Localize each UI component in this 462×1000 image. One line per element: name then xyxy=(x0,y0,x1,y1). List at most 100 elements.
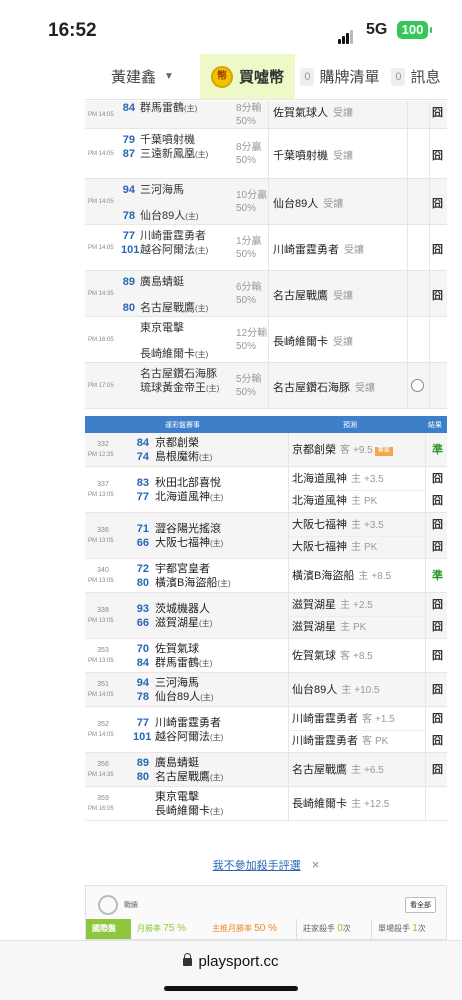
result-cell: 1分贏 50% xyxy=(236,235,262,261)
teams-cell: 89 廣島蜻蜓 80 名古屋戰鷹(主) xyxy=(121,275,209,315)
away-odds: 70 xyxy=(136,643,149,655)
game-time: PM 14:05 xyxy=(88,151,114,157)
pick-cell: 大阪七福神主 PK xyxy=(292,536,377,558)
table-row: PM 14:05 79 千葉噴射機 87 三遠新鳳凰(主) 8分贏 50% 千葉噴射機 受讓囧 xyxy=(85,129,447,179)
game-time: PM 13:05 xyxy=(88,578,114,584)
home-flag: (主) xyxy=(200,693,214,702)
divider xyxy=(288,787,289,820)
table-row: PM 14:35 89 廣島蜻蜓 80 名古屋戰鷹(主) 6分輸 50% 名古屋戰鷹 受讓囧 xyxy=(85,271,447,317)
home-team: 101越谷阿爾法(主) xyxy=(121,243,208,257)
game-id: 356 xyxy=(97,761,109,768)
select-radio[interactable] xyxy=(411,379,424,392)
month-win-rate: 月勝率 75 % xyxy=(131,919,206,939)
divider xyxy=(429,271,430,316)
home-odds: 87 xyxy=(122,148,135,160)
tab-purchase-list[interactable]: 0 購牌清單 xyxy=(295,54,385,99)
pick-value: +3.5 xyxy=(364,520,384,531)
pick-team: 長崎維爾卡 xyxy=(273,336,328,348)
home-home-flag: (主) xyxy=(195,350,209,359)
away-team: 72 宇都宮皇者 xyxy=(133,562,231,576)
home-odds: 80 xyxy=(122,302,135,314)
home-indicator[interactable] xyxy=(164,986,298,991)
view-all-button[interactable]: 看全部 xyxy=(405,897,436,913)
table-row: 359 PM 16:05 東京電擊 長崎維爾卡(主) 長崎維爾卡主 +12.5 xyxy=(85,787,447,821)
away-name: 東京電擊 xyxy=(155,791,199,803)
tab-coins[interactable]: 幣 買噓幣 xyxy=(200,54,295,99)
result-badge: 賽果 xyxy=(374,447,393,456)
pick-side: 主 xyxy=(351,474,361,485)
pick-side: 客 xyxy=(340,445,350,456)
divider xyxy=(429,225,430,270)
divider xyxy=(425,673,426,706)
pick-side: 客 xyxy=(340,651,350,662)
teams-cell: 94 三河海馬 78 仙台89人(主) xyxy=(121,183,199,223)
pick-side: 主 xyxy=(351,765,361,776)
pick-cell: 北海道風神主 PK xyxy=(292,490,377,512)
pick-team: 仙台89人 xyxy=(292,684,338,696)
pick-value: PK xyxy=(364,496,378,507)
divider xyxy=(268,363,269,408)
col-result-header: 結果 xyxy=(428,422,442,429)
result-cell: 6分輸 50% xyxy=(236,281,262,307)
result-mark: 準 xyxy=(432,570,443,582)
col-pick-header: 預測 xyxy=(343,422,357,429)
game-id: 353 xyxy=(97,647,109,654)
home-name: 名古屋戰鷹 xyxy=(155,771,210,783)
game-time: PM 16:05 xyxy=(88,337,114,343)
pick-value: +8.5 xyxy=(371,571,392,582)
table-row: 352 PM 14:05 77 川崎雷霆勇者 101 越谷阿爾法(主) 川崎雷霆勇者客 +1.… xyxy=(85,707,447,753)
not-join-link[interactable]: 我不參加殺手評選 xyxy=(213,860,301,872)
killer-unit: 次 xyxy=(342,924,351,933)
away-odds: 79 xyxy=(122,134,135,146)
pick-cell: 長崎維爾卡主 +12.5 xyxy=(292,793,389,815)
tab-international[interactable]: 國際盤 xyxy=(86,919,131,939)
table-row: 351 PM 14:05 94 三河海馬 78 仙台89人(主) 仙台89人主 +10.5 囧 xyxy=(85,673,447,707)
result-mark: 準 xyxy=(432,444,443,456)
pick-cell: 滋賀湖星主 +2.5 xyxy=(292,594,373,616)
away-team: 94 三河海馬 xyxy=(121,183,199,197)
away-odds: 93 xyxy=(136,603,149,615)
divider xyxy=(429,129,430,178)
network-label: 5G xyxy=(366,21,388,38)
close-icon[interactable]: × xyxy=(312,857,320,872)
pick-cell: 北海道風神主 +3.5 xyxy=(292,468,384,490)
pick-line: 主 PK xyxy=(351,542,377,553)
away-odds: 84 xyxy=(122,102,135,114)
divider xyxy=(425,433,426,466)
away-team: 東京電擊 xyxy=(133,790,223,804)
pick-value: +12.5 xyxy=(364,799,390,810)
pick-team: 川崎雷霆勇者 xyxy=(292,735,358,747)
away-odds: 71 xyxy=(136,523,149,535)
away-team: 77 川崎雷霆勇者 xyxy=(133,716,223,730)
away-name: 茨城機器人 xyxy=(155,603,210,615)
away-team: 83 秋田北部喜悅 xyxy=(133,476,223,490)
pick-team: 佐賀氣球 xyxy=(292,650,336,662)
pick-type: 受讓 xyxy=(333,151,353,162)
divider xyxy=(429,101,430,128)
url-field[interactable]: playsport.cc xyxy=(0,953,462,970)
percent: 50% xyxy=(236,116,257,127)
single-killer: 單場殺手 1次 xyxy=(371,919,446,939)
pick-cell: 仙台89人主 +10.5 xyxy=(292,679,380,701)
divider xyxy=(268,225,269,270)
tab-messages[interactable]: 0 訊息 xyxy=(385,54,447,99)
divider xyxy=(268,271,269,316)
away-home-flag: (主) xyxy=(184,104,198,113)
pick-team: 名古屋戰鷹 xyxy=(273,290,328,302)
divider xyxy=(425,513,426,558)
home-flag: (主) xyxy=(217,579,231,588)
user-menu[interactable]: 黃建鑫 ▼ xyxy=(85,54,200,99)
home-name: 大阪七福神 xyxy=(155,537,210,549)
pick-cell: 滋賀湖星主 PK xyxy=(292,616,366,638)
divider xyxy=(425,559,426,592)
pick-side: 主 xyxy=(340,622,350,633)
month-win-label: 月勝率 xyxy=(137,924,161,933)
away-team: 89 廣島蜻蜓 xyxy=(121,275,208,289)
teams-cell: 84 京都創榮 74 島根魔術(主) xyxy=(133,436,213,464)
result-mark: 囧 xyxy=(432,713,443,725)
home-odds: 78 xyxy=(122,210,135,222)
score-diff: 1分贏 xyxy=(236,236,262,247)
pick-team: 滋賀湖星 xyxy=(292,599,336,611)
pick-team: 名古屋鑽石海豚 xyxy=(273,382,350,394)
home-team: 66 滋賀湖星(主) xyxy=(133,616,213,630)
